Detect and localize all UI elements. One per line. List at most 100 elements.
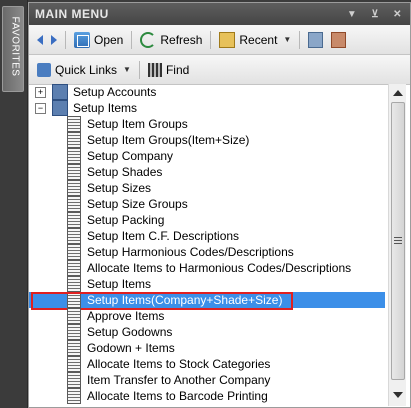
scroll-down-icon[interactable] [393, 392, 403, 398]
tree-item-label: Setup Harmonious Codes/Descriptions [87, 245, 294, 259]
tree-item-row[interactable]: Setup Items [29, 276, 385, 292]
back-button[interactable] [33, 33, 47, 47]
tree-item-row[interactable]: Setup Item C.F. Descriptions [29, 228, 385, 244]
tree-item-label: Setup Accounts [73, 85, 157, 99]
toolbar-separator [65, 30, 66, 49]
document-icon [67, 244, 81, 260]
tree-item-row[interactable]: Setup Item Groups(Item+Size) [29, 132, 385, 148]
tree-item-label: Allocate Items to Harmonious Codes/Descr… [87, 261, 352, 275]
scroll-up-icon[interactable] [393, 90, 403, 96]
document-icon [67, 372, 81, 388]
recent-button[interactable]: Recent ▼ [215, 30, 295, 50]
tree-item-label: Godown + Items [87, 341, 175, 355]
tree-item-label: Setup Shades [87, 165, 163, 179]
tree-item-row[interactable]: Setup Item Groups [29, 116, 385, 132]
tree-folder-row[interactable]: − Setup Items [29, 100, 385, 116]
folder-book-icon [52, 100, 68, 116]
chevron-down-icon: ▼ [123, 65, 131, 74]
folder-book-icon [52, 84, 68, 100]
tree-item-label: Setup Godowns [87, 325, 173, 339]
expand-icon[interactable]: + [35, 86, 46, 98]
open-button[interactable]: Open [70, 30, 127, 50]
menu-tree: + Setup Accounts − Setup Items Setup Item Gr… [29, 84, 385, 406]
tree-item-label: Setup Item Groups [87, 117, 188, 131]
tree-item-label: Setup Sizes [87, 181, 152, 195]
document-icon [67, 148, 81, 164]
favorites-tab-label: FAVORITES [9, 16, 21, 77]
find-icon [147, 62, 162, 77]
tree-item-label: Setup Item Groups(Item+Size) [87, 133, 250, 147]
dropdown-icon[interactable]: ▼ [347, 9, 357, 20]
find-label: Find [165, 62, 190, 77]
document-icon [67, 116, 81, 132]
tree-item-row[interactable]: Approve Items [29, 308, 385, 324]
tree-item-label: Allocate Items to Stock Categories [87, 357, 271, 371]
open-label: Open [94, 32, 124, 47]
tree-item-row[interactable]: Setup Sizes [29, 180, 385, 196]
tree-item-row[interactable]: Setup Harmonious Codes/Descriptions [29, 244, 385, 260]
tree-item-label: Setup Company [87, 149, 174, 163]
tree-item-label: Setup Items [73, 101, 138, 115]
recent-label: Recent [239, 32, 278, 47]
remove-favorite-icon [331, 31, 347, 48]
toolbar-separator [299, 30, 301, 49]
tree-item-row[interactable]: Setup Size Groups [29, 196, 385, 212]
forward-arrow-icon [51, 34, 57, 45]
main-toolbar: Open Refresh Recent ▼ [29, 25, 410, 55]
back-arrow-icon [37, 34, 43, 45]
tree-item-label: Setup Items [87, 277, 152, 291]
document-icon [67, 180, 81, 196]
tree-item-row[interactable]: Setup Packing [29, 212, 385, 228]
panel-title: MAIN MENU [35, 7, 109, 21]
document-icon [67, 196, 81, 212]
quick-links-button[interactable]: Quick Links ▼ [33, 61, 135, 79]
document-icon [67, 276, 81, 292]
document-icon [67, 388, 81, 404]
quick-links-icon [37, 62, 51, 77]
favorites-tab[interactable]: FAVORITES [2, 6, 24, 92]
tree-item-row[interactable]: Setup Godowns [29, 324, 385, 340]
refresh-icon [140, 31, 157, 48]
toolbar-separator [210, 30, 212, 49]
add-favorite-button[interactable] [304, 30, 327, 50]
tree-item-row[interactable]: Godown + Items [29, 340, 385, 356]
open-icon [74, 31, 90, 48]
title-controls: ▼ ⊻ ✕ [347, 9, 410, 20]
tree-item-label: Approve Items [87, 309, 165, 323]
tree-folder-row[interactable]: + Setup Accounts [29, 84, 385, 100]
scroll-thumb[interactable] [391, 102, 405, 380]
panel-titlebar: MAIN MENU ▼ ⊻ ✕ [29, 3, 410, 25]
tree-item-label: Setup Size Groups [87, 197, 188, 211]
tree-item-row[interactable]: Allocate Items to Stock Categories [29, 356, 385, 372]
find-button[interactable]: Find [144, 61, 193, 79]
add-favorite-icon [308, 31, 324, 48]
refresh-label: Refresh [160, 32, 203, 47]
forward-button[interactable] [47, 33, 61, 47]
pin-icon[interactable]: ⊻ [371, 9, 379, 20]
document-icon [67, 260, 81, 276]
collapse-icon[interactable]: − [35, 102, 46, 114]
tree-item-label: Setup Item C.F. Descriptions [87, 229, 240, 243]
close-icon[interactable]: ✕ [393, 9, 402, 20]
toolbar-separator [131, 30, 133, 49]
grip-icon [394, 237, 402, 245]
secondary-toolbar: Quick Links ▼ Find [29, 55, 410, 85]
tree-item-row[interactable]: Setup Items(Company+Shade+Size) [29, 292, 385, 310]
tree-item-row[interactable]: Item Transfer to Another Company [29, 372, 385, 388]
refresh-button[interactable]: Refresh [136, 30, 206, 50]
document-icon [67, 356, 81, 372]
document-icon [67, 132, 81, 148]
tree-item-row[interactable]: Setup Shades [29, 164, 385, 180]
tree-item-label: Allocate Items to Barcode Printing [87, 389, 268, 403]
vertical-scrollbar[interactable] [388, 84, 406, 406]
tree-item-row[interactable]: Allocate Items to Barcode Printing [29, 388, 385, 404]
tree-item-row[interactable]: Allocate Items to Harmonious Codes/Descr… [29, 260, 385, 276]
remove-favorite-button[interactable] [327, 30, 350, 50]
chevron-down-icon: ▼ [283, 35, 292, 44]
document-icon [67, 212, 81, 228]
favorites-strip: FAVORITES [0, 0, 28, 408]
tree-item-row[interactable]: Setup Company [29, 148, 385, 164]
recent-icon [219, 31, 236, 48]
document-icon [67, 164, 81, 180]
document-icon [67, 228, 81, 244]
